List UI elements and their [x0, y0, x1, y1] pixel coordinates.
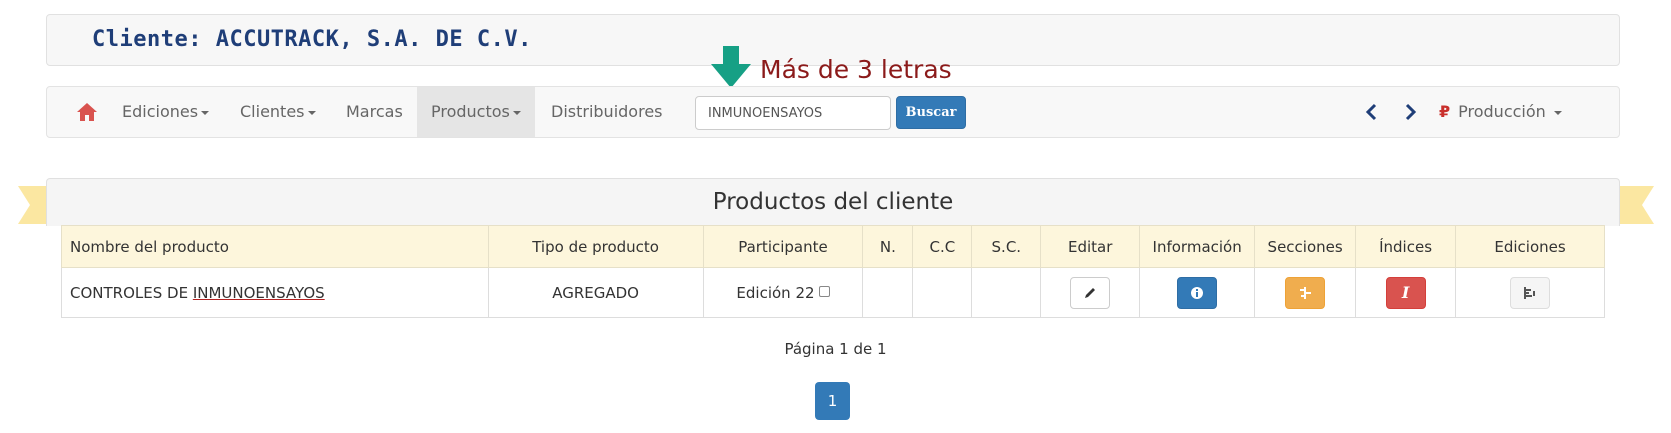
ruble-icon: ₽: [1439, 102, 1451, 121]
col-secciones: Secciones: [1254, 225, 1357, 268]
caret-down-icon: [1553, 110, 1562, 115]
nav-marcas[interactable]: Marcas: [346, 87, 403, 137]
secciones-cell: [1254, 267, 1357, 318]
down-arrow-icon: [711, 46, 751, 88]
table-row: CONTROLES DE INMUNOENSAYOS AGREGADO Edic…: [61, 267, 1605, 318]
product-sc: [971, 267, 1042, 318]
info-icon: [1191, 286, 1204, 299]
editions-button[interactable]: [1510, 276, 1551, 309]
editions-icon: [1524, 286, 1536, 299]
product-type: AGREGADO: [487, 267, 704, 318]
editar-cell: [1040, 267, 1141, 318]
main-navbar: Ediciones Clientes Marcas Productos Dist…: [46, 86, 1620, 138]
product-participante: Edición 22: [702, 267, 864, 318]
produccion-menu[interactable]: ₽ Producción: [1439, 87, 1562, 137]
caret-down-icon: [307, 110, 316, 115]
chevron-right-icon[interactable]: [1401, 103, 1419, 121]
sections-icon: [1300, 286, 1312, 299]
home-icon[interactable]: [76, 102, 98, 122]
product-name-prefix: CONTROLES DE: [70, 283, 189, 302]
col-ediciones: Ediciones: [1455, 225, 1605, 268]
nav-clientes-label: Clientes: [240, 102, 305, 121]
search-button[interactable]: Buscar: [896, 96, 966, 129]
informacion-cell: [1139, 267, 1256, 318]
ediciones-cell: [1455, 267, 1605, 318]
nav-ediciones-label: Ediciones: [122, 102, 199, 121]
panel-title: Productos del cliente: [46, 178, 1620, 226]
nav-productos[interactable]: Productos: [417, 87, 535, 137]
client-title: Cliente: ACCUTRACK, S.A. DE C.V.: [92, 27, 532, 52]
page-button-1[interactable]: 1: [815, 382, 850, 420]
indices-button[interactable]: I: [1385, 276, 1426, 309]
nav-clientes[interactable]: Clientes: [240, 87, 316, 137]
col-sc: S.C.: [971, 225, 1042, 268]
table-header-row: Nombre del producto Tipo de producto Par…: [61, 225, 1605, 268]
col-nombre: Nombre del producto: [61, 225, 489, 268]
col-participante: Participante: [702, 225, 864, 268]
col-n: N.: [862, 225, 914, 268]
nav-productos-label: Productos: [431, 102, 510, 121]
pagination-label: Página 1 de 1: [784, 340, 887, 358]
edit-button[interactable]: [1070, 276, 1111, 309]
product-name-match: INMUNOENSAYOS: [192, 283, 325, 302]
nav-ediciones[interactable]: Ediciones: [122, 87, 210, 137]
search-input[interactable]: [695, 96, 891, 130]
caret-down-icon: [201, 110, 210, 115]
indices-cell: I: [1355, 267, 1457, 318]
col-tipo: Tipo de producto: [487, 225, 704, 268]
index-icon: I: [1401, 283, 1410, 302]
participante-checkbox[interactable]: [818, 285, 830, 297]
col-informacion: Información: [1139, 225, 1256, 268]
info-button[interactable]: [1177, 276, 1218, 309]
pencil-icon: [1085, 287, 1096, 298]
sections-button[interactable]: [1285, 276, 1326, 309]
col-editar: Editar: [1040, 225, 1141, 268]
col-cc: C.C: [912, 225, 973, 268]
nav-distribuidores[interactable]: Distribuidores: [551, 87, 663, 137]
product-n: [862, 267, 914, 318]
product-cc: [912, 267, 973, 318]
products-table: Nombre del producto Tipo de producto Par…: [61, 225, 1605, 318]
col-indices: Índices: [1355, 225, 1457, 268]
ribbon-right-decoration: [1614, 186, 1654, 224]
caret-down-icon: [512, 110, 521, 115]
chevron-left-icon[interactable]: [1363, 103, 1381, 121]
product-name: CONTROLES DE INMUNOENSAYOS: [61, 267, 489, 318]
participante-label: Edición 22: [736, 283, 815, 302]
search-hint: Más de 3 letras: [760, 55, 952, 84]
produccion-label: Producción: [1458, 102, 1546, 121]
